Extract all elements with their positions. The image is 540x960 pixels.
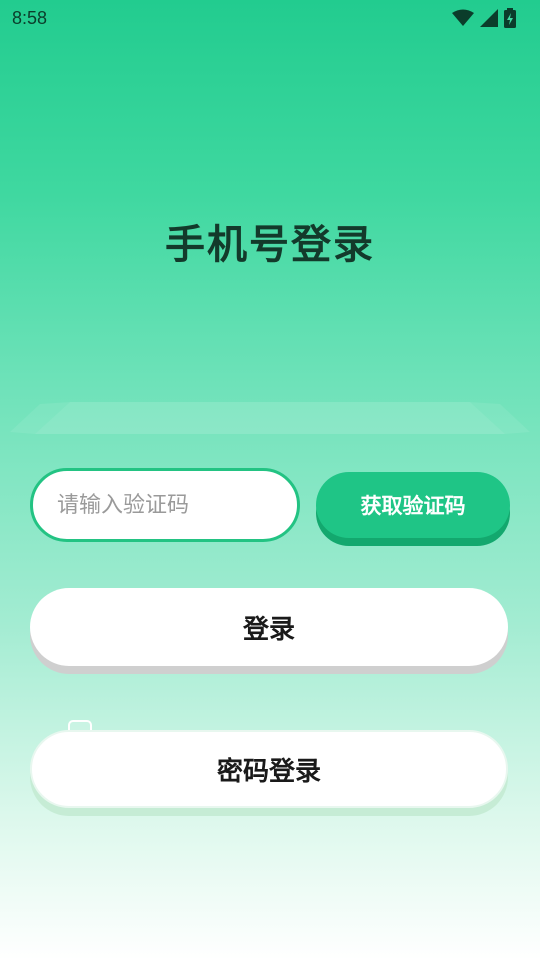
signal-icon: [480, 9, 498, 27]
page-title: 手机号登录: [165, 222, 375, 268]
status-bar: 8:58: [0, 0, 540, 36]
login-button[interactable]: 登录: [30, 588, 508, 666]
password-login-button[interactable]: 密码登录: [30, 730, 508, 808]
battery-charging-icon: [504, 8, 516, 28]
verification-code-input[interactable]: [30, 468, 300, 542]
status-icons: [452, 8, 516, 28]
decorative-band: [10, 402, 530, 434]
get-code-button[interactable]: 获取验证码: [316, 472, 510, 538]
verification-code-row: 获取验证码: [30, 468, 510, 548]
status-time: 8:58: [12, 7, 48, 28]
wifi-icon: [452, 9, 474, 26]
